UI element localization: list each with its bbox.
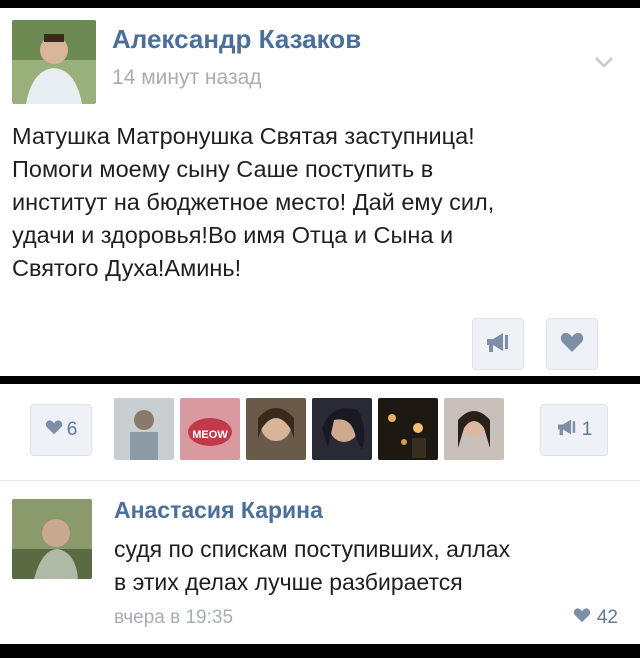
- liker-avatar-4[interactable]: [312, 398, 372, 460]
- comment-timestamp[interactable]: вчера в 19:35: [114, 607, 233, 629]
- liker-avatar-3[interactable]: [246, 398, 306, 460]
- megaphone-icon: [556, 418, 578, 442]
- liker-avatar-6[interactable]: [444, 398, 504, 460]
- commenter-avatar[interactable]: [12, 499, 92, 579]
- reposts-count-button[interactable]: 1: [540, 404, 608, 456]
- repost-button[interactable]: [472, 318, 524, 370]
- chevron-down-icon[interactable]: [592, 50, 616, 74]
- liker-avatar-5[interactable]: [378, 398, 438, 460]
- liker-avatar-2[interactable]: MEOW: [180, 398, 240, 460]
- liker-avatar-1[interactable]: [114, 398, 174, 460]
- comment-like-button[interactable]: 42: [573, 607, 618, 629]
- likes-count: 6: [66, 419, 78, 440]
- heart-icon: [45, 419, 63, 441]
- post-text: Матушка Матронушка Святая заступница! По…: [12, 123, 495, 281]
- comment-text: судя по спискам поступивших, аллах в эти…: [114, 536, 511, 595]
- top-border: [0, 0, 640, 8]
- meow-label: MEOW: [192, 429, 228, 441]
- post-card: Александр Казаков 14 минут назад Матушка…: [0, 8, 640, 376]
- heart-icon: [573, 607, 591, 629]
- author-avatar[interactable]: [12, 20, 96, 104]
- comment-likes-count: 42: [596, 607, 618, 628]
- comment-author-name[interactable]: Анастасия Карина: [114, 497, 323, 524]
- post-author-name[interactable]: Александр Казаков: [112, 24, 361, 55]
- like-button[interactable]: [546, 318, 598, 370]
- heart-icon: [560, 331, 584, 358]
- post-timestamp[interactable]: 14 минут назад: [112, 66, 262, 90]
- likes-count-button[interactable]: 6: [30, 404, 92, 456]
- likes-bar: 6 MEOW 1: [0, 384, 640, 480]
- bottom-border: [0, 644, 640, 658]
- reposts-count: 1: [581, 419, 593, 440]
- comment-item: Анастасия Карина судя по спискам поступи…: [0, 480, 640, 645]
- megaphone-icon: [485, 331, 511, 358]
